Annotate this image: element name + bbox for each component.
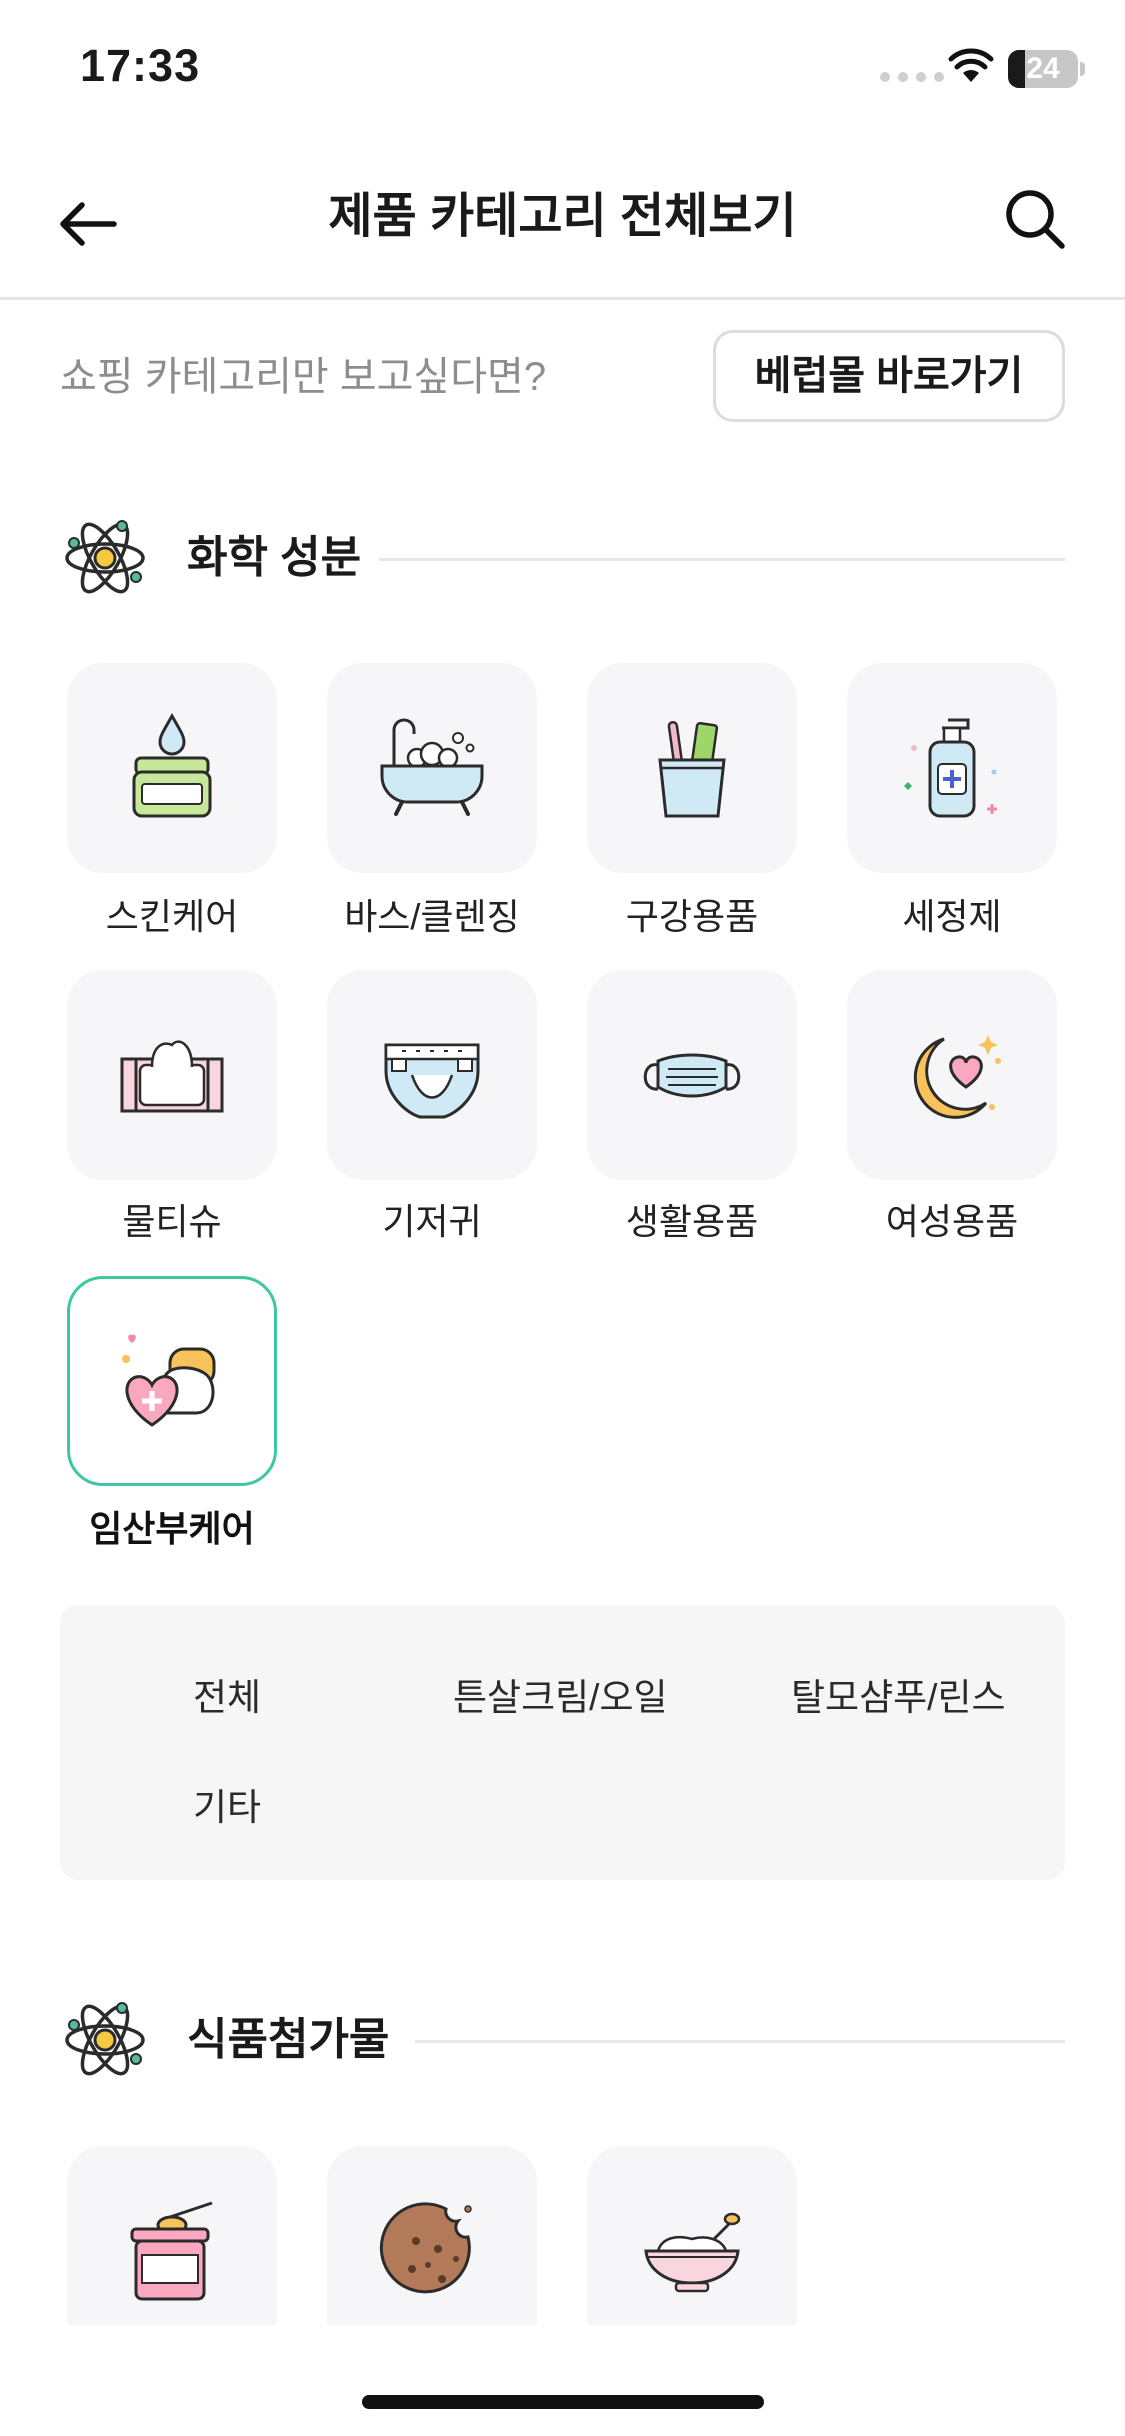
shopping-prompt: 쇼핑 카테고리만 보고싶다면? xyxy=(60,355,547,399)
category-tile-skincare[interactable] xyxy=(67,663,277,873)
subcategory-panel: 전체 튼살크림/오일 탈모샴푸/린스 기타 xyxy=(60,1605,1065,1880)
category-label: 구강용품 xyxy=(625,896,759,937)
category-tile-diaper[interactable] xyxy=(327,970,537,1180)
magnifier-icon[interactable] xyxy=(1000,184,1070,254)
cookie-icon xyxy=(379,2202,472,2294)
category-tile-wipes[interactable] xyxy=(67,970,277,1180)
section-title: 식품첨가물 xyxy=(187,2015,390,2064)
category-label: 기저귀 xyxy=(382,1201,482,1242)
status-time: 17:33 xyxy=(80,40,201,91)
home-indicator[interactable] xyxy=(362,2395,764,2409)
bathtub-icon xyxy=(380,718,484,816)
section-header-chemical: 화학 성분 xyxy=(60,508,1065,608)
category-tile-maternity[interactable] xyxy=(67,1276,277,1486)
top-nav-bar: 제품 카테고리 전체보기 xyxy=(0,150,1125,300)
section-header-food-additives: 식품첨가물 xyxy=(60,1990,1065,2090)
category-label: 물티슈 xyxy=(122,1201,222,1242)
subcategory-hairloss-shampoo[interactable]: 탈모샴푸/린스 xyxy=(791,1667,1006,1721)
atom-icon xyxy=(65,2002,145,2076)
category-label: 생활용품 xyxy=(625,1201,759,1242)
section-divider xyxy=(415,2040,1065,2043)
heart-care-icon xyxy=(122,1334,216,1427)
formula-jar-icon xyxy=(130,2201,213,2301)
atom-icon xyxy=(65,520,145,594)
category-tile-cleaner[interactable] xyxy=(847,663,1057,873)
cellular-signal-icon xyxy=(880,72,944,82)
category-label: 바스/클렌징 xyxy=(344,896,520,937)
category-tile-household[interactable] xyxy=(587,970,797,1180)
subcategory-stretch-mark-cream[interactable]: 튼살크림/오일 xyxy=(453,1667,668,1721)
shopping-shortcut-row: 쇼핑 카테고리만 보고싶다면? 베럽몰 바로가기 xyxy=(60,330,1065,425)
wet-wipes-icon xyxy=(120,1040,224,1113)
pump-bottle-icon xyxy=(904,718,997,818)
face-mask-icon xyxy=(643,1053,741,1098)
category-label-selected: 임산부케어 xyxy=(89,1508,255,1549)
battery-icon: 24 xyxy=(1008,50,1078,88)
moon-heart-icon xyxy=(913,1035,1001,1119)
baby-food-bowl-icon xyxy=(644,2212,741,2293)
battery-cap xyxy=(1080,62,1085,76)
category-label: 여성용품 xyxy=(885,1201,1019,1242)
section-title: 화학 성분 xyxy=(187,533,362,582)
category-tile-feminine[interactable] xyxy=(847,970,1057,1180)
status-bar: 17:33 24 xyxy=(0,0,1125,140)
battery-level: 24 xyxy=(1026,52,1060,85)
category-tile-oral[interactable] xyxy=(587,663,797,873)
mall-shortcut-button[interactable]: 베럽몰 바로가기 xyxy=(713,330,1065,422)
category-tile-bath[interactable] xyxy=(327,663,537,873)
section-divider xyxy=(379,558,1065,561)
toothbrush-cup-icon xyxy=(658,720,726,818)
cream-jar-icon xyxy=(132,712,212,818)
bottom-safe-area xyxy=(0,2325,1125,2436)
diaper-icon xyxy=(384,1043,480,1119)
subcategory-all[interactable]: 전체 xyxy=(193,1667,261,1721)
subcategory-etc[interactable]: 기타 xyxy=(193,1777,261,1831)
wifi-icon xyxy=(948,48,994,82)
category-label: 세정제 xyxy=(902,896,1002,937)
page-title: 제품 카테고리 전체보기 xyxy=(328,190,797,243)
category-label: 스킨케어 xyxy=(105,896,239,937)
